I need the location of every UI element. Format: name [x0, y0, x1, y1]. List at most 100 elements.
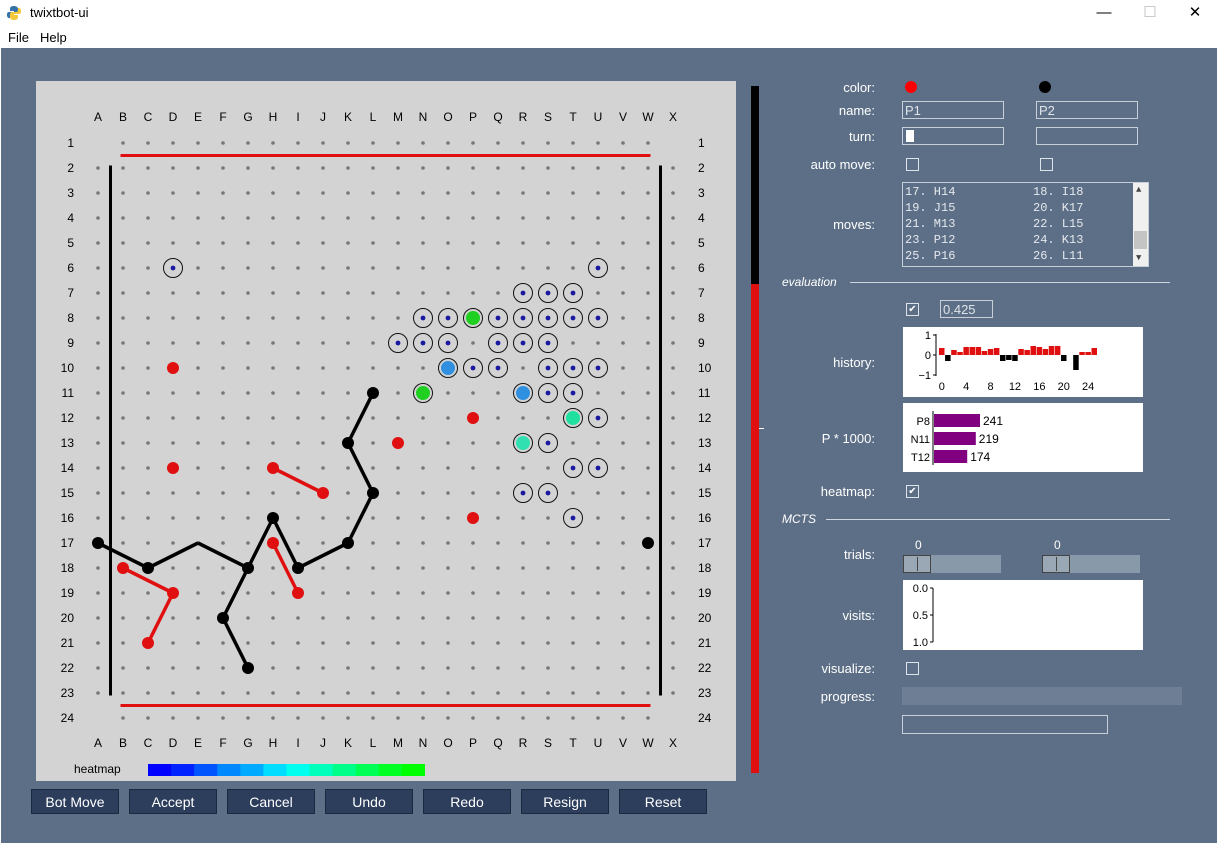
- column-label: P: [469, 736, 477, 750]
- board-hole: [471, 441, 475, 445]
- column-label: R: [519, 736, 528, 750]
- redo-button[interactable]: Redo: [423, 789, 511, 814]
- board-hole: [221, 691, 225, 695]
- board-hole: [521, 716, 525, 720]
- history-bar: [1000, 355, 1006, 361]
- reset-button[interactable]: Reset: [619, 789, 707, 814]
- p2-trials-slider-handle[interactable]: [1042, 555, 1070, 573]
- moves-list[interactable]: 17. H14 18. I18 19. J15 20. K17 21. M13 22.…: [902, 182, 1149, 267]
- undo-button[interactable]: Undo: [325, 789, 413, 814]
- p1-name-field[interactable]: P1: [902, 101, 1004, 119]
- resign-button[interactable]: Resign: [521, 789, 609, 814]
- moves-scrollbar[interactable]: ▲ ▼: [1133, 183, 1148, 266]
- board-hole: [171, 391, 175, 395]
- column-label: J: [320, 110, 326, 124]
- board-hole: [346, 641, 350, 645]
- board-hole: [146, 191, 150, 195]
- board-hole: [421, 566, 425, 570]
- board-hole: [521, 166, 525, 170]
- maximize-button[interactable]: ☐: [1127, 0, 1173, 26]
- board-hole: [346, 491, 350, 495]
- visualize-checkbox[interactable]: [906, 662, 919, 675]
- board-hole: [121, 191, 125, 195]
- board-hole: [221, 191, 225, 195]
- board-hole: [371, 366, 375, 370]
- p2-trials-slider[interactable]: [1042, 555, 1140, 573]
- board-hole: [321, 516, 325, 520]
- column-label: X: [669, 736, 677, 750]
- p2-auto-move-checkbox[interactable]: [1040, 158, 1053, 171]
- board-hole: [146, 491, 150, 495]
- board-hole: [121, 316, 125, 320]
- board-hole: [521, 666, 525, 670]
- board-hole: [196, 441, 200, 445]
- board-hole: [471, 666, 475, 670]
- board-hole: [446, 566, 450, 570]
- board-hole: [296, 266, 300, 270]
- board-hole: [346, 666, 350, 670]
- red-peg: [467, 512, 479, 524]
- history-bar: [939, 348, 945, 355]
- board-hole: [421, 441, 425, 445]
- menu-file[interactable]: File: [8, 30, 29, 45]
- board-hole: [421, 591, 425, 595]
- black-peg: [342, 537, 354, 549]
- bot-move-button[interactable]: Bot Move: [31, 789, 119, 814]
- color-label: color:: [843, 80, 875, 95]
- board-hole: [621, 541, 625, 545]
- board-hole: [171, 541, 175, 545]
- candidate-move-dot: [545, 440, 551, 446]
- cancel-button[interactable]: Cancel: [227, 789, 315, 814]
- moves-label: moves:: [833, 217, 875, 232]
- p1-trials-slider-handle[interactable]: [903, 555, 931, 573]
- row-label: 4: [698, 211, 705, 225]
- accept-button[interactable]: Accept: [129, 789, 217, 814]
- evaluation-checkbox[interactable]: ✔: [906, 303, 919, 316]
- black-peg: [217, 612, 229, 624]
- history-y-tick-label: −1: [918, 370, 931, 382]
- board-hole: [246, 191, 250, 195]
- scroll-up-icon[interactable]: ▲: [1136, 185, 1141, 195]
- column-label: P: [469, 110, 477, 124]
- board-hole: [96, 616, 100, 620]
- board-hole: [321, 241, 325, 245]
- row-label: 19: [698, 586, 712, 600]
- p1-auto-move-checkbox[interactable]: [906, 158, 919, 171]
- heatmap-checkbox[interactable]: ✔: [906, 485, 919, 498]
- board-hole: [221, 141, 225, 145]
- board-hole: [296, 441, 300, 445]
- p1-trials-slider[interactable]: [903, 555, 1001, 573]
- board-hole: [621, 616, 625, 620]
- row-label: 23: [698, 686, 712, 700]
- scroll-thumb[interactable]: [1134, 231, 1147, 249]
- p1-color-swatch: [905, 81, 917, 93]
- history-bar: [1061, 355, 1067, 361]
- board-hole: [271, 341, 275, 345]
- board-hole: [421, 166, 425, 170]
- board-hole: [621, 366, 625, 370]
- board-hole: [221, 366, 225, 370]
- board-hole: [121, 591, 125, 595]
- board-hole: [571, 166, 575, 170]
- board-hole: [571, 666, 575, 670]
- board-hole: [596, 516, 600, 520]
- black-peg: [642, 537, 654, 549]
- candidate-move-dot: [445, 315, 451, 321]
- board-hole: [421, 466, 425, 470]
- row-label: 21: [698, 636, 712, 650]
- board-hole: [671, 266, 675, 270]
- board-hole: [396, 191, 400, 195]
- menu-help[interactable]: Help: [40, 30, 67, 45]
- minimize-button[interactable]: —: [1081, 0, 1127, 26]
- board-hole: [446, 141, 450, 145]
- row-label: 8: [67, 311, 74, 325]
- board-hole: [546, 541, 550, 545]
- game-board[interactable]: A A B B C C D D E E F F G G H H I I J J K K L L M M N N O O P P Q Q R R S S T T…: [36, 81, 736, 781]
- board-hole: [271, 716, 275, 720]
- p2-name-field[interactable]: P2: [1036, 101, 1138, 119]
- row-label: 3: [67, 186, 74, 200]
- scroll-down-icon[interactable]: ▼: [1136, 253, 1141, 263]
- board-hole: [346, 616, 350, 620]
- board-hole: [171, 691, 175, 695]
- close-button[interactable]: ✕: [1172, 0, 1218, 26]
